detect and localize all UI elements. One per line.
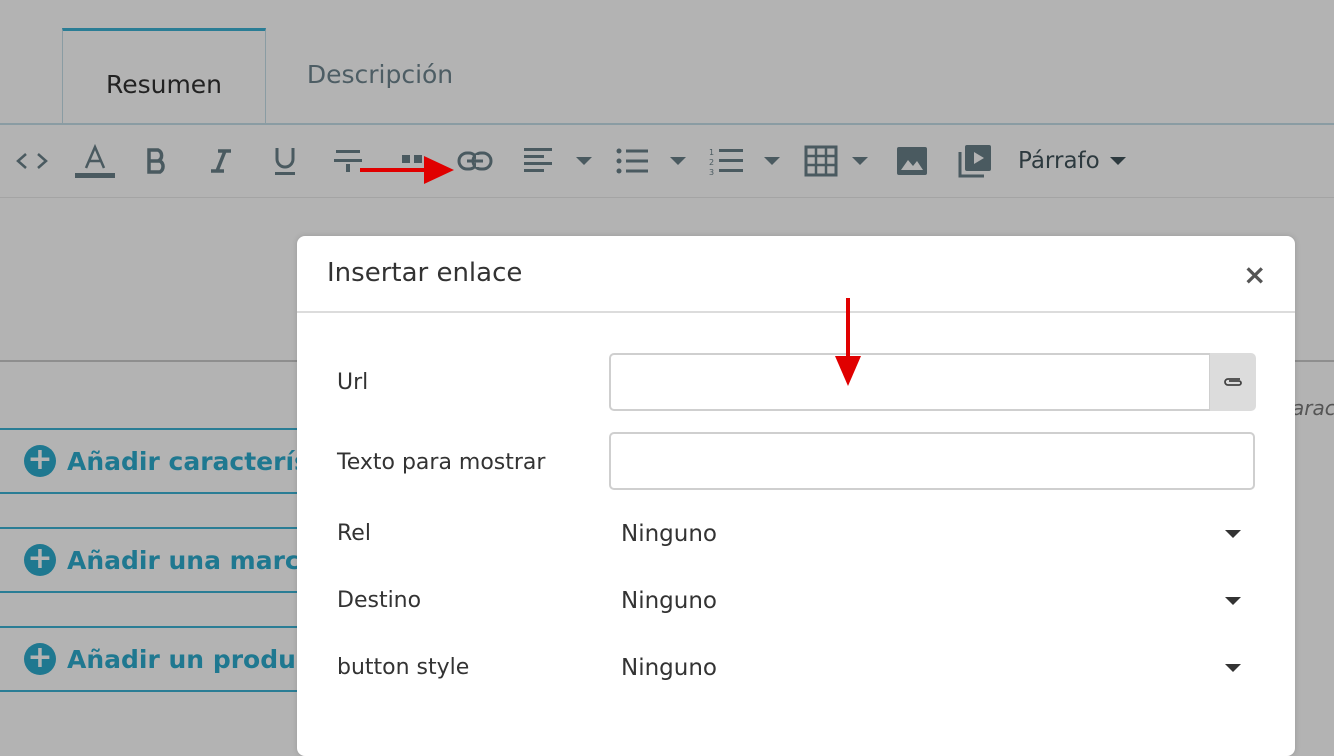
- align-dropdown-caret-icon[interactable]: [574, 137, 594, 185]
- dialog-header: Insertar enlace ×: [297, 236, 1295, 313]
- plus-circle-icon: +: [24, 544, 56, 576]
- italic-icon[interactable]: [203, 137, 239, 185]
- image-icon[interactable]: [894, 137, 930, 185]
- plus-circle-icon: +: [24, 643, 56, 675]
- chevron-down-icon: [1109, 157, 1126, 165]
- chevron-down-icon: [1225, 530, 1241, 538]
- browse-link-button[interactable]: [1210, 353, 1256, 411]
- plus-circle-icon: +: [24, 445, 56, 477]
- text-color-icon[interactable]: [72, 137, 118, 185]
- close-icon[interactable]: ×: [1243, 258, 1266, 291]
- paragraph-format-dropdown[interactable]: Párrafo: [1018, 137, 1126, 185]
- bold-icon[interactable]: [140, 137, 174, 185]
- button-style-select-value: Ninguno: [621, 655, 717, 681]
- annotation-arrow-right-icon: [360, 156, 454, 184]
- editor-toolbar: 123 Párrafo: [0, 125, 1334, 198]
- paragraph-format-label: Párrafo: [1018, 148, 1100, 174]
- url-label: Url: [337, 370, 369, 395]
- url-input[interactable]: [609, 353, 1211, 411]
- target-label: Destino: [337, 588, 422, 613]
- link-icon[interactable]: [454, 137, 496, 185]
- table-caret-icon[interactable]: [850, 137, 870, 185]
- numbered-list-icon[interactable]: 123: [708, 137, 746, 185]
- rel-select-value: Ninguno: [621, 521, 717, 547]
- underline-icon[interactable]: [266, 137, 304, 185]
- dialog-title: Insertar enlace: [327, 258, 523, 288]
- bullet-list-caret-icon[interactable]: [668, 137, 688, 185]
- tab-descripcion[interactable]: Descripción: [280, 28, 480, 125]
- annotation-arrow-down-icon: [835, 298, 861, 386]
- add-product-button[interactable]: + Añadir un producto: [0, 626, 340, 692]
- media-icon[interactable]: [954, 137, 994, 185]
- add-feature-button[interactable]: + Añadir característica: [0, 428, 361, 494]
- align-icon[interactable]: [520, 137, 556, 185]
- insert-link-dialog: Insertar enlace × Url Texto para mostrar…: [297, 236, 1295, 756]
- tab-resumen[interactable]: Resumen: [62, 28, 266, 125]
- bullet-list-icon[interactable]: [614, 137, 650, 185]
- button-style-label: button style: [337, 655, 470, 680]
- display-text-label: Texto para mostrar: [337, 450, 546, 475]
- svg-text:3: 3: [709, 168, 714, 176]
- chevron-down-icon: [1225, 664, 1241, 672]
- numbered-list-caret-icon[interactable]: [762, 137, 782, 185]
- display-text-input[interactable]: [609, 432, 1255, 490]
- paperclip-icon: [1224, 378, 1242, 386]
- chevron-down-icon: [1225, 597, 1241, 605]
- code-icon[interactable]: [12, 137, 52, 185]
- target-select-value: Ninguno: [621, 588, 717, 614]
- background-hint-text: aract: [1292, 396, 1334, 420]
- add-brand-button[interactable]: + Añadir una marca: [0, 527, 317, 593]
- svg-text:1: 1: [709, 148, 714, 157]
- table-icon[interactable]: [802, 137, 840, 185]
- rel-label: Rel: [337, 521, 371, 546]
- svg-text:2: 2: [709, 158, 714, 167]
